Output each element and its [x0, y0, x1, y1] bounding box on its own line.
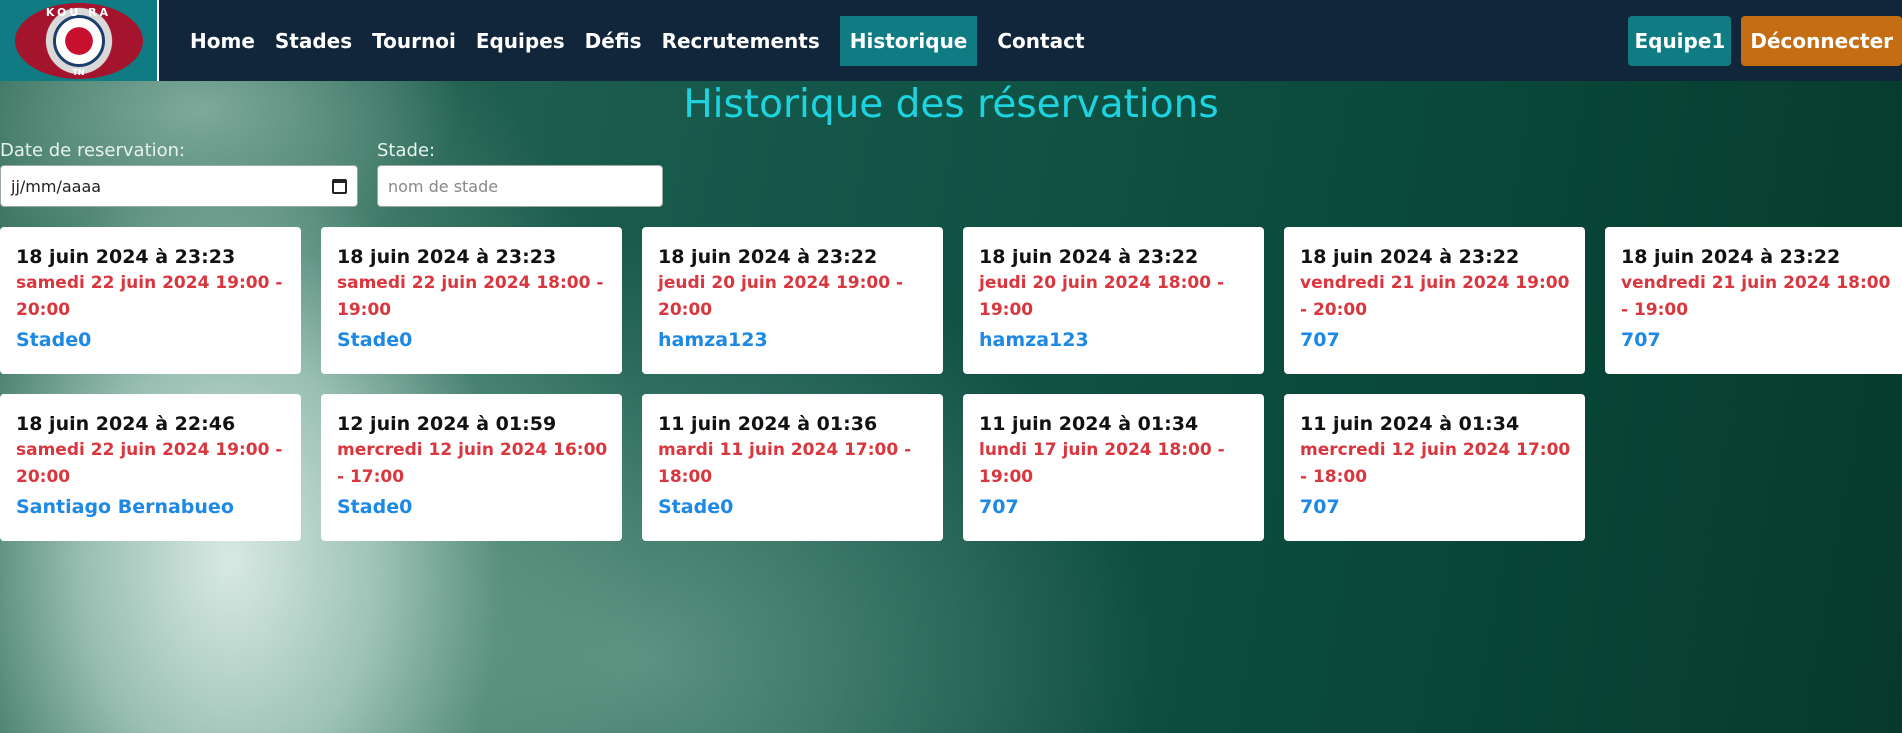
reservation-stade: Santiago Bernabueo [16, 496, 234, 518]
reservation-slot: mercredi 12 juin 2024 16:00 - 17:00 [337, 440, 608, 487]
reservation-slot: samedi 22 juin 2024 18:00 - 19:00 [337, 273, 604, 320]
reservation-stade: Stade0 [658, 496, 734, 518]
nav-links: Home Stades Tournoi Equipes Défis Recrut… [180, 0, 1095, 81]
nav-item-recrutements[interactable]: Recrutements [652, 16, 830, 66]
nav-item-equipes[interactable]: Equipes [466, 16, 575, 66]
calendar-icon[interactable] [332, 178, 347, 194]
team-button[interactable]: Equipe1 [1628, 16, 1732, 66]
reservation-card[interactable]: 18 juin 2024 à 23:22 jeudi 20 juin 2024 … [963, 227, 1264, 374]
logout-button[interactable]: Déconnecter [1741, 16, 1902, 66]
date-filter-value: jj/mm/aaaa [11, 176, 102, 196]
nav-item-contact[interactable]: Contact [987, 16, 1094, 66]
nav-actions: Equipe1 Déconnecter [1628, 16, 1902, 66]
logo: KOU RA TN [14, 2, 143, 79]
nav-item-historique[interactable]: Historique [839, 15, 978, 66]
reservation-stade: Stade0 [337, 329, 413, 351]
reservation-slot: jeudi 20 juin 2024 19:00 - 20:00 [658, 273, 904, 320]
reservation-created: 11 juin 2024 à 01:36 [658, 413, 878, 435]
logo-subtext: TN [72, 67, 85, 77]
reservation-created: 12 juin 2024 à 01:59 [337, 413, 557, 435]
reservation-card[interactable]: 18 juin 2024 à 22:46 samedi 22 juin 2024… [0, 394, 301, 541]
reservation-slot: jeudi 20 juin 2024 18:00 - 19:00 [979, 273, 1225, 320]
reservation-stade: Stade0 [337, 496, 413, 518]
reservation-stade: 707 [1300, 496, 1340, 518]
reservation-slot: samedi 22 juin 2024 19:00 - 20:00 [16, 440, 283, 487]
reservation-slot: vendredi 21 juin 2024 18:00 - 19:00 [1621, 273, 1891, 320]
reservation-card[interactable]: 18 juin 2024 à 23:22 vendredi 21 juin 20… [1605, 227, 1902, 374]
reservation-list: 18 juin 2024 à 23:23 samedi 22 juin 2024… [0, 227, 1902, 541]
date-filter-label: Date de reservation: [0, 140, 186, 161]
stade-filter-label: Stade: [377, 140, 436, 161]
reservation-slot: mercredi 12 juin 2024 17:00 - 18:00 [1300, 440, 1571, 487]
reservation-card[interactable]: 18 juin 2024 à 23:22 vendredi 21 juin 20… [1284, 227, 1585, 374]
reservation-created: 18 juin 2024 à 23:22 [1621, 246, 1841, 268]
reservation-stade: 707 [1300, 329, 1340, 351]
logo-container[interactable]: KOU RA TN [0, 0, 159, 81]
reservation-slot: mardi 11 juin 2024 17:00 - 18:00 [658, 440, 912, 487]
reservation-card[interactable]: 18 juin 2024 à 23:22 jeudi 20 juin 2024 … [642, 227, 943, 374]
reservation-card[interactable]: 11 juin 2024 à 01:34 mercredi 12 juin 20… [1284, 394, 1585, 541]
reservation-created: 18 juin 2024 à 23:22 [979, 246, 1199, 268]
nav-item-tournoi[interactable]: Tournoi [362, 16, 466, 66]
reservation-created: 18 juin 2024 à 23:22 [1300, 246, 1520, 268]
stade-filter-input[interactable]: nom de stade [377, 165, 663, 207]
reservation-created: 18 juin 2024 à 22:46 [16, 413, 236, 435]
navbar: KOU RA TN Home Stades Tournoi Equipes Dé… [0, 0, 1902, 81]
reservation-card[interactable]: 12 juin 2024 à 01:59 mercredi 12 juin 20… [321, 394, 622, 541]
reservation-card[interactable]: 11 juin 2024 à 01:36 mardi 11 juin 2024 … [642, 394, 943, 541]
reservation-created: 18 juin 2024 à 23:23 [337, 246, 557, 268]
reservation-created: 11 juin 2024 à 01:34 [979, 413, 1199, 435]
nav-item-home[interactable]: Home [180, 16, 265, 66]
reservation-card[interactable]: 18 juin 2024 à 23:23 samedi 22 juin 2024… [321, 227, 622, 374]
reservation-card[interactable]: 18 juin 2024 à 23:23 samedi 22 juin 2024… [0, 227, 301, 374]
reservation-stade: hamza123 [658, 329, 768, 351]
stade-filter-placeholder: nom de stade [388, 176, 499, 196]
reservation-slot: vendredi 21 juin 2024 19:00 - 20:00 [1300, 273, 1570, 320]
reservation-created: 11 juin 2024 à 01:34 [1300, 413, 1520, 435]
date-filter-input[interactable]: jj/mm/aaaa [0, 165, 358, 207]
reservation-slot: lundi 17 juin 2024 18:00 - 19:00 [979, 440, 1225, 487]
reservation-created: 18 juin 2024 à 23:23 [16, 246, 236, 268]
reservation-created: 18 juin 2024 à 23:22 [658, 246, 878, 268]
reservation-stade: 707 [979, 496, 1019, 518]
nav-item-stades[interactable]: Stades [265, 16, 362, 66]
reservation-slot: samedi 22 juin 2024 19:00 - 20:00 [16, 273, 283, 320]
reservation-stade: Stade0 [16, 329, 92, 351]
logo-emblem-icon [52, 14, 105, 67]
nav-item-defis[interactable]: Défis [575, 16, 652, 66]
reservation-stade: 707 [1621, 329, 1661, 351]
reservation-stade: hamza123 [979, 329, 1089, 351]
logo-text: KOU RA [45, 5, 112, 19]
page-title: Historique des réservations [683, 82, 1219, 127]
reservation-card[interactable]: 11 juin 2024 à 01:34 lundi 17 juin 2024 … [963, 394, 1264, 541]
